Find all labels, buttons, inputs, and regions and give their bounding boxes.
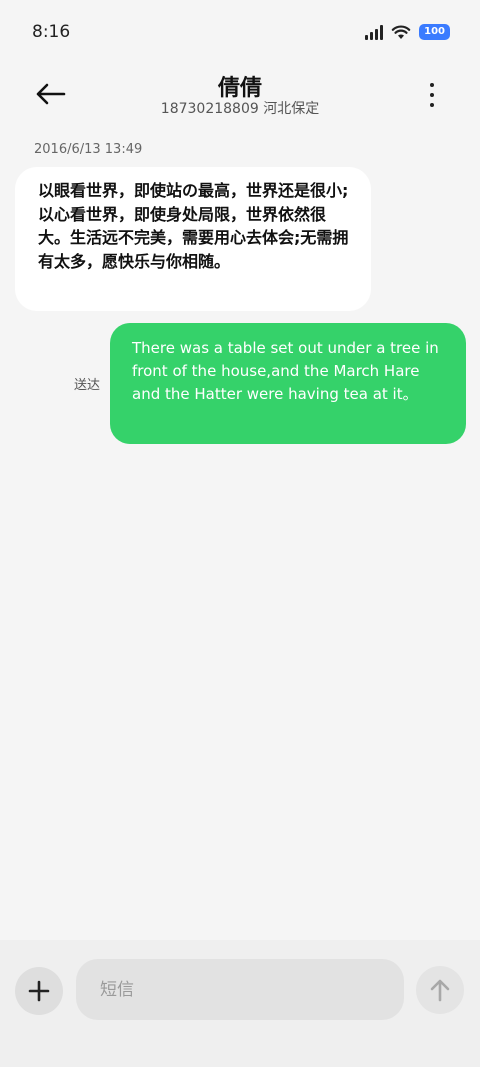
conversation-header: 倩倩 18730218809 河北保定 bbox=[0, 64, 480, 134]
plus-icon bbox=[28, 980, 50, 1002]
message-input[interactable] bbox=[76, 959, 404, 1020]
send-button[interactable] bbox=[416, 966, 464, 1014]
status-time: 8:16 bbox=[32, 22, 71, 42]
message-timestamp: 2016/6/13 13:49 bbox=[34, 142, 143, 157]
battery-icon: 100 bbox=[419, 24, 450, 40]
status-bar: 8:16 100 bbox=[0, 0, 480, 64]
outgoing-message-bubble[interactable]: There was a table set out under a tree i… bbox=[110, 323, 466, 444]
more-options-button[interactable] bbox=[422, 80, 442, 110]
add-attachment-button[interactable] bbox=[15, 967, 63, 1015]
incoming-message-bubble[interactable]: 以眼看世界，即使站の最高，世界还是很小;以心看世界，即使身处局限，世界依然很大。… bbox=[15, 167, 371, 311]
more-vertical-icon bbox=[430, 83, 434, 87]
send-arrow-icon bbox=[430, 979, 450, 1002]
status-icons: 100 bbox=[365, 24, 450, 40]
composer-bar bbox=[0, 940, 480, 1067]
contact-number-location: 18730218809 河北保定 bbox=[160, 101, 320, 117]
delivered-status: 送达 bbox=[74, 378, 101, 393]
wifi-icon bbox=[391, 24, 411, 40]
signal-icon bbox=[365, 24, 384, 40]
